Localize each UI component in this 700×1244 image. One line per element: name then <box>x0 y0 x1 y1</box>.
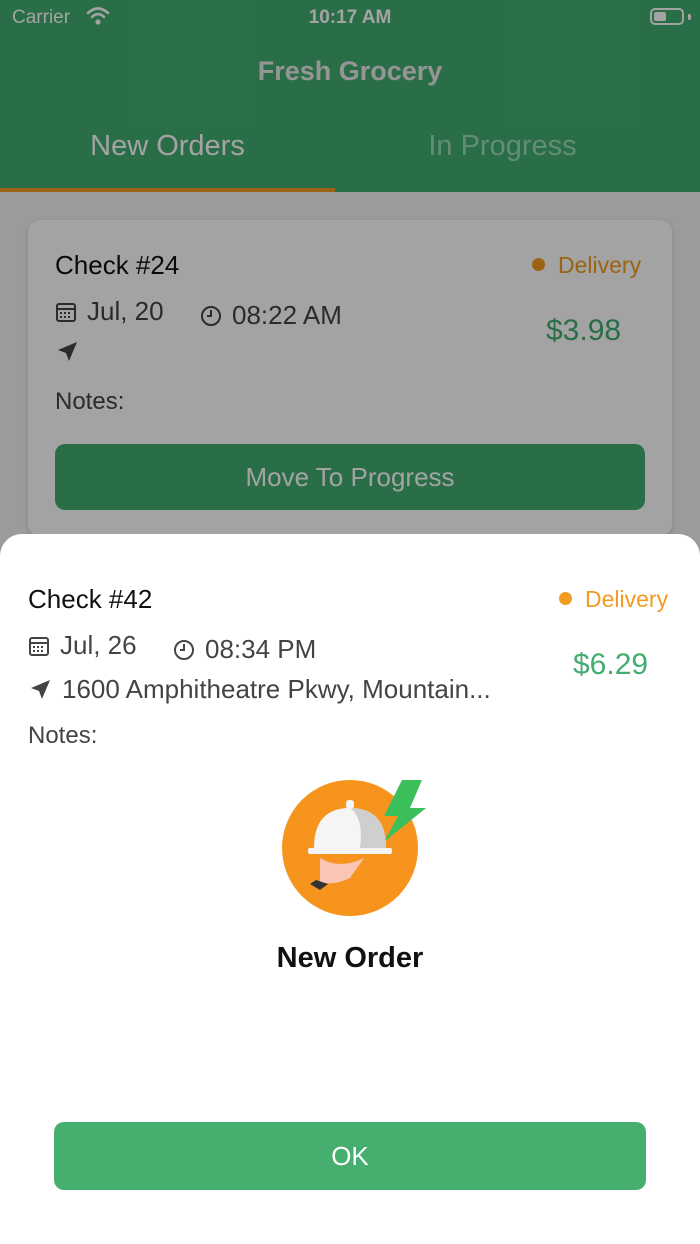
new-order-sheet: Check #42 Delivery Jul, 26 08:34 PM $6.2… <box>0 534 700 1244</box>
sheet-order-address-text: 1600 Amphitheatre Pkwy, Mountain... <box>62 674 491 704</box>
ok-button[interactable]: OK <box>54 1122 646 1190</box>
sheet-order-type: Delivery <box>585 586 669 612</box>
location-arrow-icon <box>31 679 50 699</box>
sheet-order-time: 08:34 PM <box>173 634 316 665</box>
order-illustration-icon <box>280 778 440 918</box>
sheet-order-notes: Notes: <box>28 722 98 749</box>
sheet-delivery-status-dot <box>559 592 572 605</box>
new-order-title: New Order <box>276 942 424 974</box>
sheet-order-date-text: Jul, 26 <box>60 630 137 660</box>
sheet-order-date: Jul, 26 <box>28 630 137 661</box>
sheet-order-time-text: 08:34 PM <box>205 634 317 664</box>
sheet-check-number: Check #42 <box>28 584 153 614</box>
sheet-order-address: 1600 Amphitheatre Pkwy, Mountain... <box>28 674 491 705</box>
clock-icon <box>174 639 194 660</box>
sheet-order-price: $6.29 <box>573 648 649 681</box>
calendar-icon <box>29 636 49 656</box>
